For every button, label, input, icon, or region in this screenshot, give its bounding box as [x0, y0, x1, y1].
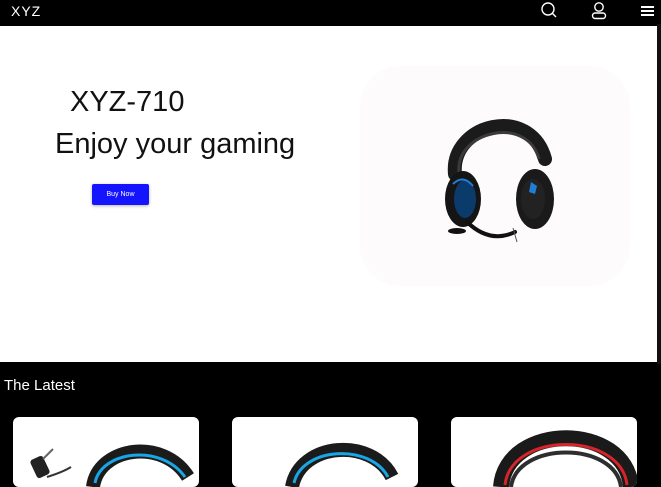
- hero-shadow-edge: [657, 24, 661, 364]
- headset-product-image: [445, 119, 554, 243]
- headset-blue-image: [285, 442, 399, 487]
- top-navigation-bar: XYZ: [0, 0, 661, 24]
- search-icon[interactable]: [539, 1, 559, 21]
- section-title-latest: The Latest: [4, 377, 75, 394]
- headset-red-image: [493, 430, 637, 487]
- brand-logo[interactable]: XYZ: [11, 3, 41, 19]
- hero-tagline: Enjoy your gaming: [55, 128, 296, 160]
- headset-blue-usb-image: [30, 444, 194, 487]
- hero-banner: XYZ-710 Enjoy your gaming Buy Now: [0, 26, 657, 362]
- menu-icon[interactable]: [638, 1, 658, 21]
- product-card[interactable]: [13, 417, 199, 487]
- user-icon[interactable]: [589, 1, 609, 21]
- hero-model-title: XYZ-710: [70, 86, 185, 118]
- product-card[interactable]: [451, 417, 637, 487]
- product-card[interactable]: [232, 417, 418, 487]
- buy-now-button[interactable]: Buy Now: [92, 184, 149, 205]
